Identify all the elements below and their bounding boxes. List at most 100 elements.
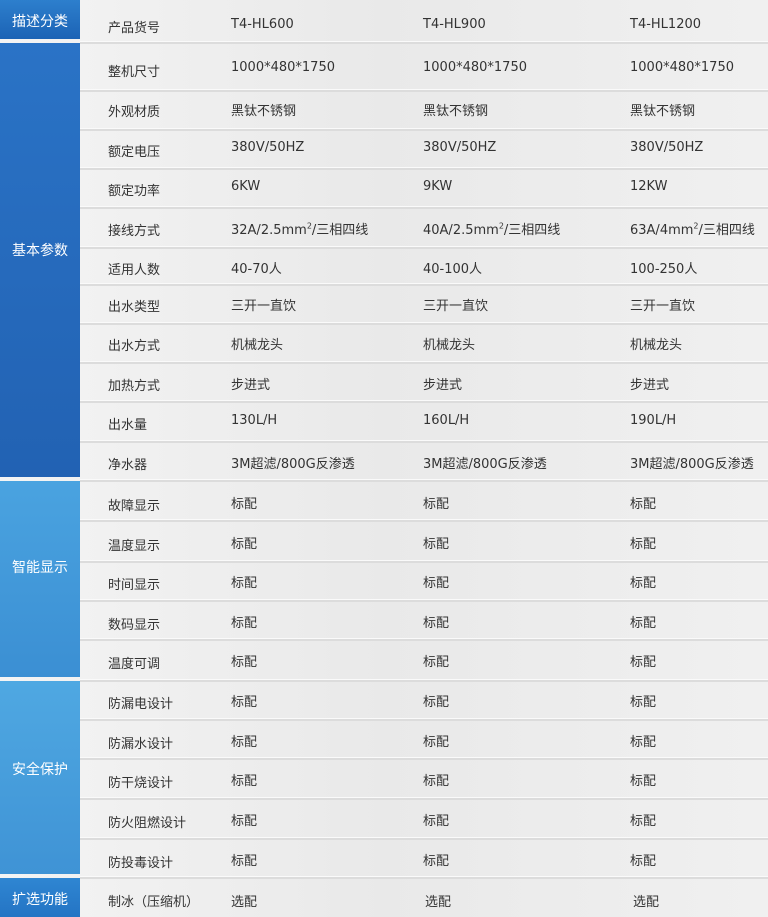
row-label: 整机尺寸 xyxy=(108,65,161,80)
row-label: 防漏水设计 xyxy=(108,737,174,752)
row-divider xyxy=(80,322,768,325)
row-label: 防干烧设计 xyxy=(108,776,174,791)
row-divider xyxy=(80,246,768,249)
value-model-3: 标配 xyxy=(630,655,657,670)
value-model-3: 100-250人 xyxy=(630,262,698,277)
value-model-3: 1000*480*1750 xyxy=(630,60,734,75)
row-divider xyxy=(80,560,768,563)
row-divider xyxy=(80,479,768,482)
category-optional: 扩选功能 xyxy=(0,878,80,917)
value-model-1: 标配 xyxy=(231,497,258,512)
row-divider xyxy=(80,876,768,879)
row-label: 产品货号 xyxy=(108,21,161,36)
row-divider xyxy=(80,400,768,403)
value-model-2: 40A/2.5mm2/三相四线 xyxy=(423,221,561,238)
value-model-1: 标配 xyxy=(231,576,258,591)
row-label: 额定功率 xyxy=(108,184,161,199)
row-divider xyxy=(80,167,768,170)
value-model-2: 标配 xyxy=(423,735,450,750)
row-label: 温度显示 xyxy=(108,539,161,554)
row-label: 额定电压 xyxy=(108,145,161,160)
row-divider xyxy=(80,757,768,760)
row-label: 时间显示 xyxy=(108,578,161,593)
value-model-2: 380V/50HZ xyxy=(423,140,497,155)
row-divider xyxy=(80,206,768,209)
value-model-2: T4-HL900 xyxy=(423,17,486,32)
value-model-2: 标配 xyxy=(423,814,450,829)
value-model-1: 标配 xyxy=(231,735,258,750)
value-model-1: 1000*480*1750 xyxy=(231,60,335,75)
value-model-2: 标配 xyxy=(423,655,450,670)
value-model-2: 机械龙头 xyxy=(423,338,476,353)
value-model-1: 32A/2.5mm2/三相四线 xyxy=(231,221,369,238)
category-description: 描述分类 xyxy=(0,0,80,39)
value-model-3: 标配 xyxy=(630,616,657,631)
value-model-2: 40-100人 xyxy=(423,262,483,277)
value-model-1: 130L/H xyxy=(231,413,278,428)
value-model-1: 380V/50HZ xyxy=(231,140,305,155)
value-model-3: 标配 xyxy=(630,576,657,591)
category-label: 扩选功能 xyxy=(12,892,68,908)
value-model-1: 标配 xyxy=(231,695,258,710)
value-model-1: 三开一直饮 xyxy=(231,299,297,314)
value-model-3: 63A/4mm2/三相四线 xyxy=(630,221,755,238)
row-divider xyxy=(80,718,768,721)
value-model-1: 标配 xyxy=(231,655,258,670)
value-model-2: 标配 xyxy=(423,537,450,552)
row-label: 数码显示 xyxy=(108,618,161,633)
value-model-3: T4-HL1200 xyxy=(630,17,702,32)
row-divider xyxy=(80,283,768,286)
value-model-3: 三开一直饮 xyxy=(630,299,696,314)
category-basic-params: 基本参数 xyxy=(0,43,80,477)
value-model-1: 标配 xyxy=(231,774,258,789)
row-label: 出水类型 xyxy=(108,300,161,315)
value-model-2: 9KW xyxy=(423,179,453,194)
category-label: 基本参数 xyxy=(12,243,68,259)
value-model-1: 步进式 xyxy=(231,378,271,393)
row-label: 防投毒设计 xyxy=(108,856,174,871)
value-model-2: 标配 xyxy=(423,497,450,512)
value-model-3: 标配 xyxy=(630,695,657,710)
spec-table: 描述分类 基本参数 智能显示 安全保护 扩选功能 产品货号 T4-HL600 T… xyxy=(0,0,768,917)
value-model-1: 6KW xyxy=(231,179,261,194)
value-model-3: 12KW xyxy=(630,179,668,194)
value-model-1: 标配 xyxy=(231,814,258,829)
value-model-1: 40-70人 xyxy=(231,262,282,277)
value-model-3: 机械龙头 xyxy=(630,338,683,353)
value-model-3: 380V/50HZ xyxy=(630,140,704,155)
value-model-1: 标配 xyxy=(231,616,258,631)
value-model-3: 190L/H xyxy=(630,413,677,428)
value-model-2: 三开一直饮 xyxy=(423,299,489,314)
value-model-1: 选配 xyxy=(231,895,258,910)
value-model-2: 3M超滤/800G反渗透 xyxy=(423,457,547,472)
row-label: 出水量 xyxy=(108,418,148,433)
category-label: 安全保护 xyxy=(12,762,68,778)
row-divider xyxy=(80,128,768,131)
row-label: 故障显示 xyxy=(108,499,161,514)
row-label: 出水方式 xyxy=(108,339,161,354)
row-label: 防漏电设计 xyxy=(108,697,174,712)
value-model-1: 机械龙头 xyxy=(231,338,284,353)
value-model-2: 标配 xyxy=(423,774,450,789)
value-model-2: 标配 xyxy=(423,695,450,710)
value-model-2: 选配 xyxy=(425,895,452,910)
value-model-2: 标配 xyxy=(423,576,450,591)
value-model-1: 标配 xyxy=(231,854,258,869)
row-label: 制冰（压缩机） xyxy=(108,895,200,910)
value-model-3: 选配 xyxy=(633,895,660,910)
row-divider xyxy=(80,837,768,840)
row-divider xyxy=(80,41,768,44)
value-model-1: 3M超滤/800G反渗透 xyxy=(231,457,355,472)
row-divider xyxy=(80,638,768,641)
row-label: 接线方式 xyxy=(108,224,161,239)
value-model-3: 标配 xyxy=(630,537,657,552)
value-model-3: 标配 xyxy=(630,814,657,829)
value-model-2: 标配 xyxy=(423,854,450,869)
category-label: 描述分类 xyxy=(12,14,68,30)
value-model-1: T4-HL600 xyxy=(231,17,294,32)
row-label: 加热方式 xyxy=(108,379,161,394)
category-smart-display: 智能显示 xyxy=(0,481,80,677)
row-divider xyxy=(80,519,768,522)
value-model-2: 标配 xyxy=(423,616,450,631)
row-divider xyxy=(80,679,768,682)
